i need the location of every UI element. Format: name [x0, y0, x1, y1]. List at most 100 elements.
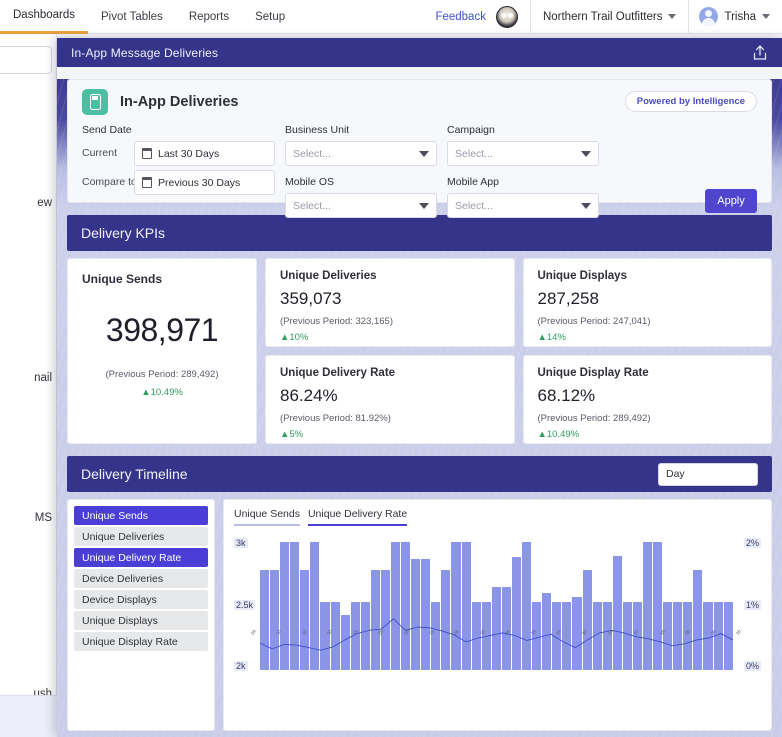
current-date-range-value: Last 30 Days	[158, 147, 220, 160]
mobile-os-label: Mobile OS	[285, 176, 335, 188]
business-unit-select[interactable]: Select...	[285, 141, 437, 166]
user-menu-label: Trisha	[724, 10, 756, 23]
y-left-tick-3k: 3k	[234, 538, 248, 548]
chevron-down-icon	[581, 202, 591, 209]
org-selector-label: Northern Trail Outfitters	[542, 10, 663, 23]
org-selector[interactable]: Northern Trail Outfitters	[529, 0, 689, 34]
kpi-previous: (Previous Period: 289,492)	[537, 413, 651, 424]
filter-panel-header: In-App Deliveries Powered by Intelligenc…	[68, 80, 771, 124]
granularity-value: Day	[666, 468, 685, 480]
calendar-icon	[141, 148, 153, 159]
kpi-card-unique-delivery-rate: Unique Delivery Rate 86.24% (Previous Pe…	[265, 355, 515, 444]
kpi-value: 287,258	[537, 289, 599, 308]
kpi-previous: (Previous Period: 323,165)	[280, 316, 394, 327]
panel-title: In-App Deliveries	[120, 94, 239, 110]
business-unit-label: Business Unit	[285, 124, 350, 136]
nav-item-setup[interactable]: Setup	[242, 0, 298, 34]
nav-item-dashboards[interactable]: Dashboards	[0, 0, 89, 34]
campaign-value: Select...	[455, 147, 493, 160]
metric-item[interactable]: Unique Displays	[74, 611, 208, 630]
filter-panel: In-App Deliveries Powered by Intelligenc…	[67, 79, 772, 218]
metric-item[interactable]: Device Deliveries	[74, 569, 208, 588]
metric-selector-list: Unique Sends Unique Deliveries Unique Deli…	[67, 499, 215, 731]
owl-mascot-icon	[495, 5, 518, 28]
kpi-title: Unique Sends	[82, 272, 163, 286]
mobile-app-select[interactable]: Select...	[447, 193, 599, 218]
avatar	[699, 7, 719, 26]
mobile-app-label: Mobile App	[447, 176, 499, 188]
kpi-card-unique-display-rate: Unique Display Rate 68.12% (Previous Per…	[522, 355, 772, 444]
chart-tabs: Unique Sends Unique Delivery Rate	[234, 508, 761, 526]
metric-item[interactable]: Unique Deliveries	[74, 527, 208, 546]
campaign-select[interactable]: Select...	[447, 141, 599, 166]
background-nav-email[interactable]: nail	[34, 372, 52, 384]
user-menu[interactable]: Trisha	[688, 0, 782, 34]
current-label: Current	[82, 147, 118, 159]
kpi-title: Unique Displays	[537, 270, 627, 282]
kpi-value: 359,073	[280, 289, 342, 308]
kpi-previous: (Previous Period: 81.92%)	[280, 413, 391, 424]
top-navigation-bar: Dashboards Pivot Tables Reports Setup Fe…	[0, 0, 782, 34]
y-left-tick-2k: 2k	[234, 661, 248, 671]
kpi-previous: (Previous Period: 247,041)	[537, 316, 651, 327]
kpi-delta: ▲10.49%	[141, 387, 183, 398]
campaign-label: Campaign	[447, 124, 495, 136]
kpi-row-top: Unique Deliveries 359,073 (Previous Peri…	[265, 258, 772, 347]
background-sidebar-footer	[0, 695, 57, 737]
top-nav-right-cluster: Feedback Northern Trail Outfitters Trish…	[435, 0, 782, 34]
mobile-os-select[interactable]: Select...	[285, 193, 437, 218]
top-nav-items: Dashboards Pivot Tables Reports Setup	[0, 0, 298, 34]
kpi-delta: ▲10%	[280, 332, 309, 343]
chevron-down-icon	[419, 150, 429, 157]
feedback-link[interactable]: Feedback	[435, 11, 496, 23]
chevron-down-icon	[419, 202, 429, 209]
y-right-tick-2pct: 2%	[743, 538, 761, 548]
compare-date-range-picker[interactable]: Previous 30 Days	[134, 170, 275, 195]
kpi-title: Unique Delivery Rate	[280, 367, 396, 379]
calendar-icon	[141, 177, 153, 188]
send-date-label: Send Date	[82, 124, 132, 136]
kpi-value: 86.24%	[280, 386, 338, 405]
modal-body: In-App Deliveries Powered by Intelligenc…	[57, 79, 782, 737]
metric-item[interactable]: Device Displays	[74, 590, 208, 609]
kpi-value: 68.12%	[537, 386, 596, 405]
powered-by-intelligence-badge[interactable]: Powered by Intelligence	[624, 91, 757, 112]
kpi-title: Unique Display Rate	[537, 367, 649, 379]
metric-item[interactable]: Unique Delivery Rate	[74, 548, 208, 567]
nav-item-reports-label: Reports	[188, 10, 230, 23]
app-root: Dashboards Pivot Tables Reports Setup Fe…	[0, 0, 782, 737]
compare-to-label: Compare to	[82, 176, 137, 188]
nav-item-reports[interactable]: Reports	[176, 0, 242, 34]
delivery-timeline-title: Delivery Timeline	[81, 466, 188, 482]
y-right-tick-1pct: 1%	[743, 600, 761, 610]
kpi-value: 398,971	[105, 312, 219, 348]
y-right-tick-0pct: 0%	[743, 661, 761, 671]
kpi-row-bottom: Unique Delivery Rate 86.24% (Previous Pe…	[265, 355, 772, 444]
granularity-select[interactable]: Day	[658, 462, 758, 486]
compare-date-range-value: Previous 30 Days	[158, 176, 241, 189]
x-axis-labels: 09 Apr 202010 Nov 202010 Feb 202020 Mar …	[250, 630, 743, 676]
background-search-input[interactable]	[0, 46, 52, 74]
current-date-range-picker[interactable]: Last 30 Days	[134, 141, 275, 166]
background-nav-overview[interactable]: ew	[37, 197, 52, 209]
nav-item-pivot-tables[interactable]: Pivot Tables	[88, 0, 176, 34]
tab-unique-delivery-rate[interactable]: Unique Delivery Rate	[307, 508, 408, 526]
timeline-body: Unique Sends Unique Deliveries Unique Deli…	[67, 499, 772, 731]
metric-item[interactable]: Unique Sends	[74, 506, 208, 525]
kpi-secondary-grid: Unique Deliveries 359,073 (Previous Peri…	[265, 258, 772, 444]
kpi-delta: ▲10.49%	[537, 429, 580, 440]
chevron-down-icon	[762, 14, 770, 19]
timeline-chart-card: Unique Sends Unique Delivery Rate 3k 2.5…	[223, 499, 772, 731]
apply-button[interactable]: Apply	[705, 189, 757, 213]
nav-item-dashboards-label: Dashboards	[13, 9, 76, 21]
kpi-previous: (Previous Period: 289,492)	[105, 369, 219, 380]
share-export-icon[interactable]	[752, 44, 768, 61]
mobile-phone-icon	[82, 89, 108, 115]
modal-title: In-App Message Deliveries	[71, 45, 219, 60]
kpi-card-unique-sends: Unique Sends 398,971 (Previous Period: 2…	[67, 258, 257, 444]
background-nav-sms[interactable]: MS	[35, 512, 52, 524]
delivery-kpis-title: Delivery KPIs	[81, 225, 166, 241]
delivery-timeline-header: Delivery Timeline Day	[67, 456, 772, 492]
metric-item[interactable]: Unique Display Rate	[74, 632, 208, 651]
tab-unique-sends[interactable]: Unique Sends	[234, 508, 300, 526]
